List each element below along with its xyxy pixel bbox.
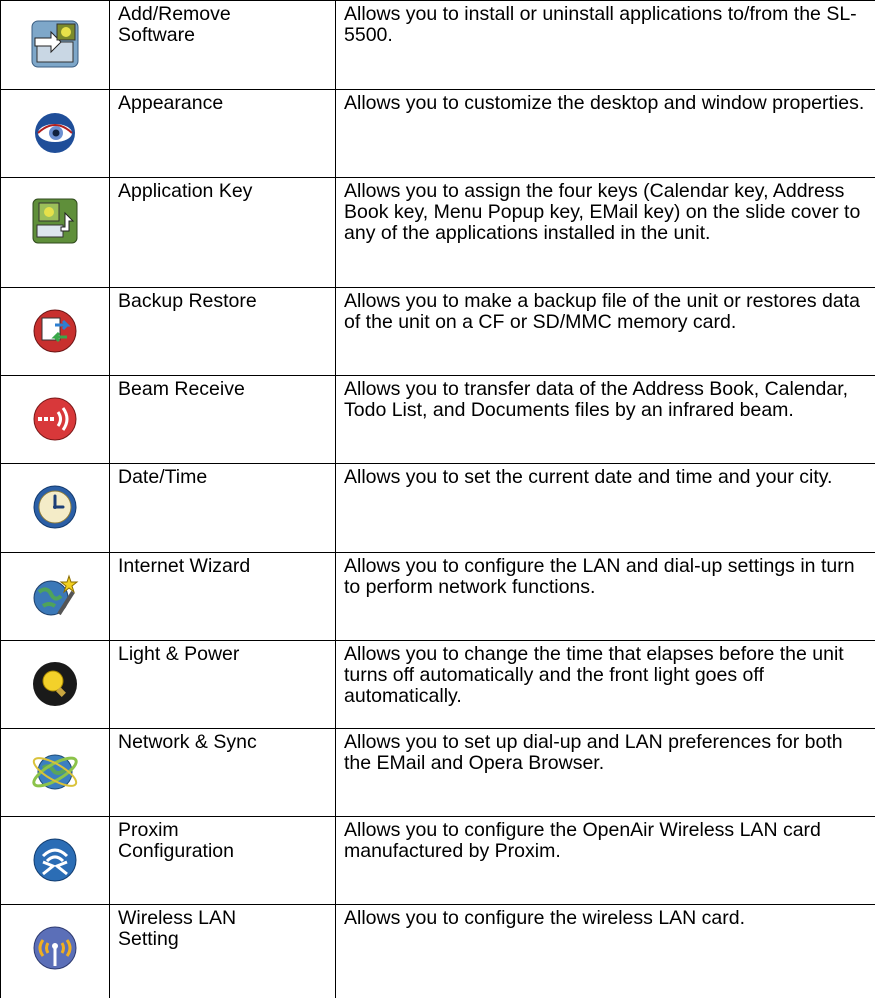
setting-name: Light & Power — [110, 641, 336, 729]
setting-description: Allows you to configure the LAN and dial… — [336, 553, 875, 641]
setting-name: Network & Sync — [110, 729, 336, 817]
table-row: Network & Sync Allows you to set up dial… — [1, 729, 875, 817]
setting-description: Allows you to set the current date and t… — [336, 464, 875, 553]
eye-icon — [29, 107, 81, 159]
setting-name: Appearance — [110, 90, 336, 178]
clock-icon — [29, 481, 81, 533]
table-row: Date/Time Allows you to set the current … — [1, 464, 875, 553]
light-bulb-icon — [29, 658, 81, 710]
table-row: Appearance Allows you to customize the d… — [1, 90, 875, 178]
setting-description: Allows you to transfer data of the Addre… — [336, 376, 875, 464]
setting-description: Allows you to make a backup file of the … — [336, 288, 875, 376]
backup-restore-icon — [29, 305, 81, 357]
wireless-antenna-icon — [29, 922, 81, 974]
setting-name: Beam Receive — [110, 376, 336, 464]
setting-name: Backup Restore — [110, 288, 336, 376]
table-row: Add/Remove Software Allows you to instal… — [1, 1, 875, 90]
application-key-icon — [29, 195, 81, 247]
proxim-icon — [29, 834, 81, 886]
setting-description: Allows you to customize the desktop and … — [336, 90, 875, 178]
setting-description: Allows you to configure the wireless LAN… — [336, 905, 875, 998]
globe-sync-icon — [29, 746, 81, 798]
table-row: Internet Wizard Allows you to configure … — [1, 553, 875, 641]
setting-name: Application Key — [110, 178, 336, 288]
setting-name: Add/Remove Software — [110, 1, 336, 90]
internet-wizard-icon — [29, 570, 81, 622]
table-row: Proxim Configuration Allows you to confi… — [1, 817, 875, 905]
beam-receive-icon — [29, 393, 81, 445]
table-row: Light & Power Allows you to change the t… — [1, 641, 875, 729]
table-row: Wireless LAN Setting Allows you to confi… — [1, 905, 875, 998]
setting-name: Internet Wizard — [110, 553, 336, 641]
table-row: Backup Restore Allows you to make a back… — [1, 288, 875, 376]
settings-table: Add/Remove Software Allows you to instal… — [0, 0, 875, 998]
setting-description: Allows you to assign the four keys (Cale… — [336, 178, 875, 288]
setting-name: Proxim Configuration — [110, 817, 336, 905]
add-remove-software-icon — [29, 18, 81, 70]
setting-description: Allows you to set up dial-up and LAN pre… — [336, 729, 875, 817]
table-row: Application Key Allows you to assign the… — [1, 178, 875, 288]
table-row: Beam Receive Allows you to transfer data… — [1, 376, 875, 464]
setting-name: Wireless LAN Setting — [110, 905, 336, 998]
setting-description: Allows you to install or uninstall appli… — [336, 1, 875, 90]
setting-description: Allows you to change the time that elaps… — [336, 641, 875, 729]
setting-name: Date/Time — [110, 464, 336, 553]
setting-description: Allows you to configure the OpenAir Wire… — [336, 817, 875, 905]
